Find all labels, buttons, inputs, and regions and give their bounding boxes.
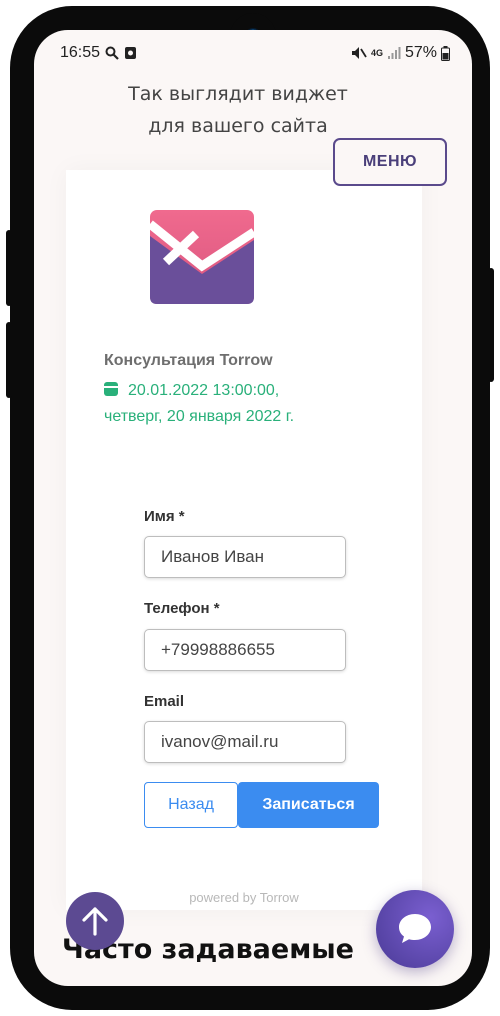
battery-icon — [441, 45, 450, 61]
mute-icon — [351, 47, 367, 59]
date-line-1: 20.01.2022 13:00:00, — [128, 382, 280, 399]
power-button — [6, 322, 12, 398]
phone-label: Телефон * — [144, 600, 220, 617]
phone-field-value: +79998886655 — [161, 640, 275, 659]
email-label: Email — [144, 693, 185, 710]
name-label: Имя * — [144, 508, 185, 525]
email-field[interactable]: ivanov@mail.ru — [144, 721, 346, 763]
chat-bubble-icon — [399, 914, 431, 943]
email-field-value: ivanov@mail.ru — [161, 732, 279, 751]
calendar-icon — [104, 382, 118, 396]
widget-preview-caption: Так выглядит виджет для вашего сайта — [34, 78, 442, 142]
volume-button — [6, 230, 12, 306]
scroll-to-top-button[interactable] — [66, 892, 124, 950]
menu-button[interactable]: МЕНЮ — [333, 138, 447, 186]
date-line-2: четверг, 20 января 2022 г. — [104, 408, 295, 425]
arrow-up-icon — [82, 907, 108, 936]
chat-button[interactable] — [376, 890, 454, 968]
caption-line-1: Так выглядит виджет — [128, 83, 348, 105]
search-icon — [105, 46, 119, 60]
powered-by-link[interactable]: powered by Torrow — [66, 890, 422, 905]
appointment-date: 20.01.2022 13:00:00, четверг, 20 января … — [104, 378, 404, 430]
torrow-logo-icon — [150, 210, 254, 304]
status-bar: 16:55 4G 57% — [34, 30, 472, 76]
service-title: Консультация Torrow — [104, 352, 273, 369]
screenshot-icon — [125, 47, 137, 59]
booking-widget: Консультация Torrow 20.01.2022 13:00:00,… — [66, 170, 422, 910]
back-button[interactable]: Назад — [144, 782, 238, 828]
battery-percent: 57% — [404, 44, 437, 61]
name-field[interactable]: Иванов Иван — [144, 536, 346, 578]
submit-button[interactable]: Записаться — [238, 782, 379, 828]
phone-screen: 16:55 4G 57% Так выглядит виджет для ваш… — [34, 30, 472, 986]
phone-field[interactable]: +79998886655 — [144, 629, 346, 671]
network-type: 4G — [370, 47, 383, 58]
name-field-value: Иванов Иван — [161, 547, 265, 566]
side-button-right — [488, 268, 494, 382]
signal-icon — [387, 47, 401, 59]
status-time: 16:55 — [60, 44, 101, 61]
